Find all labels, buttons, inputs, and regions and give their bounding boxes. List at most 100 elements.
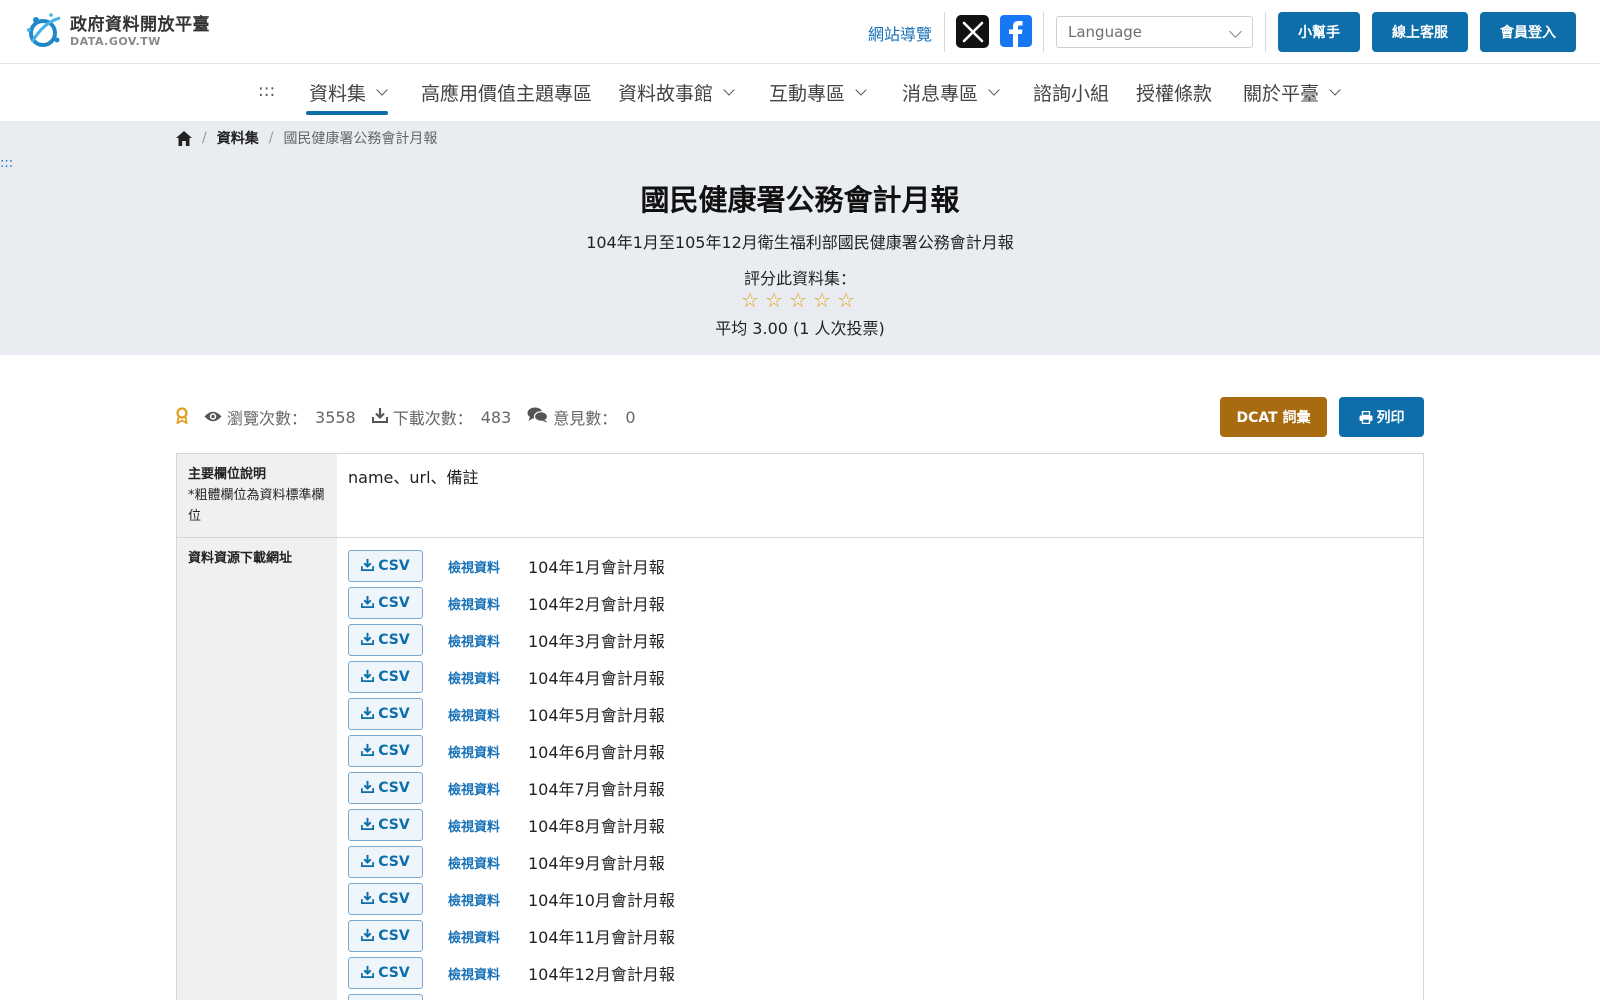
nav-accesskey[interactable]: ::: [258,81,275,101]
resource-item: CSV 檢視資料 104年7月會計月報 [348,772,665,804]
nav-item-license-terms[interactable]: 授權條款 [1136,79,1212,106]
download-icon [361,706,375,723]
main-fields-heading: 主要欄位說明 [188,467,267,482]
logo-subtitle: DATA.GOV.TW [70,34,161,48]
rating-average: 平均 3.00 (1 人次投票) [715,319,885,338]
downloads-stat: 下載次數： 483 [371,405,512,429]
site-logo[interactable]: 政府資料開放平臺 DATA.GOV.TW [24,12,210,50]
language-select[interactable]: Language [1056,16,1253,48]
rating-stars: ☆ ☆ ☆ ☆ ☆ [738,289,858,311]
resource-name: 104年2月會計月報 [528,595,665,614]
main-fields-row: 主要欄位說明 *粗體欄位為資料標準欄位 name、url、備註 [177,454,1423,538]
member-login-button[interactable]: 會員登入 [1480,12,1576,52]
star-icon[interactable]: ☆ [834,289,858,311]
dataset-title: 國民健康署公務會計月報 [640,183,960,217]
view-data-link[interactable]: 檢視資料 [448,668,504,687]
nav-item-datasets[interactable]: 資料集 [309,79,388,106]
download-icon [361,632,375,649]
nav-item-label: 互動專區 [769,83,846,105]
resource-name: 104年1月會計月報 [528,558,665,577]
resource-item: CSV 檢視資料 104年6月會計月報 [348,735,665,767]
resource-name: 104年8月會計月報 [528,817,665,836]
csv-download-button[interactable]: CSV [348,809,423,841]
csv-download-button[interactable]: CSV [348,735,423,767]
view-data-link[interactable]: 檢視資料 [448,631,504,650]
resource-item: CSV 檢視資料 104年2月會計月報 [348,587,665,619]
csv-download-button[interactable]: CSV [348,957,423,989]
nav-item-interaction[interactable]: 互動專區 [769,79,867,106]
print-button[interactable]: 列印 [1339,397,1424,437]
star-icon[interactable]: ☆ [786,289,810,311]
dataset-hero: / 資料集 / 國民健康署公務會計月報 ::: 國民健康署公務會計月報 104年… [0,122,1600,355]
csv-download-button[interactable]: CSV [348,846,423,878]
downloads-count: 483 [480,407,512,427]
main-nav: ::: 資料集 高應用價值主題專區 資料故事館 互動專區 消息專區 諮詢小組 授… [0,64,1600,122]
dcat-vocabulary-button[interactable]: DCAT 詞彙 [1220,397,1327,437]
csv-download-button[interactable]: CSV [348,624,423,656]
view-data-link[interactable]: 檢視資料 [448,779,504,798]
resource-name: 104年3月會計月報 [528,632,665,651]
chevron-down-icon [723,83,735,96]
csv-download-button[interactable]: CSV [348,550,423,582]
resources-row: 資料資源下載網址 CSV 檢視資料 104年1月會計月報 CSV 檢視資料 104年2月會… [177,538,1423,1000]
nav-item-label: 授權條款 [1136,83,1213,105]
csv-download-button[interactable]: CSV [348,920,423,952]
nav-item-label: 關於平臺 [1243,83,1320,105]
nav-item-label: 消息專區 [902,83,979,105]
download-icon [361,669,375,686]
views-count: 3558 [315,407,356,427]
download-icon [361,780,375,797]
resource-name: 104年5月會計月報 [528,706,665,725]
breadcrumb-separator: / [268,130,274,146]
helper-button[interactable]: 小幫手 [1278,12,1360,52]
view-data-link[interactable]: 檢視資料 [448,964,504,983]
view-data-link[interactable]: 檢視資料 [448,890,504,909]
csv-download-button[interactable]: CSV [348,994,423,1000]
breadcrumb-datasets-link[interactable]: 資料集 [217,128,259,148]
csv-download-button[interactable]: CSV [348,661,423,693]
view-data-link[interactable]: 檢視資料 [448,927,504,946]
star-icon[interactable]: ☆ [810,289,834,311]
view-data-link[interactable]: 檢視資料 [448,594,504,613]
logo-title: 政府資料開放平臺 [70,14,210,35]
view-data-link[interactable]: 檢視資料 [448,557,504,576]
top-header: 政府資料開放平臺 DATA.GOV.TW 網站導覽 Language 小幫手 線… [0,0,1600,64]
resource-name: 104年4月會計月報 [528,669,665,688]
view-data-link[interactable]: 檢視資料 [448,816,504,835]
csv-download-button[interactable]: CSV [348,587,423,619]
nav-item-data-stories[interactable]: 資料故事館 [618,79,735,106]
csv-label: CSV [378,669,410,685]
comments-stat: 意見數： 0 [527,405,636,429]
resource-item: CSV 檢視資料 104年12月會計月報 [348,957,675,989]
nav-item-high-value-topics[interactable]: 高應用價值主題專區 [421,79,592,106]
nav-item-news[interactable]: 消息專區 [902,79,1000,106]
view-data-link[interactable]: 檢視資料 [448,742,504,761]
csv-download-button[interactable]: CSV [348,698,423,730]
resource-item: CSV 檢視資料 104年8月會計月報 [348,809,665,841]
star-icon[interactable]: ☆ [762,289,786,311]
resource-item: CSV 檢視資料 104年4月會計月報 [348,661,665,693]
view-data-link[interactable]: 檢視資料 [448,853,504,872]
content-accesskey[interactable]: ::: [0,156,13,171]
star-icon[interactable]: ☆ [738,289,762,311]
resources-heading: 資料資源下載網址 [188,551,293,566]
resources-label: 資料資源下載網址 [177,538,337,1000]
breadcrumb-current: 國民健康署公務會計月報 [283,131,438,147]
nav-item-about[interactable]: 關於平臺 [1243,79,1341,106]
chevron-down-icon [855,83,867,96]
csv-label: CSV [378,928,410,944]
x-twitter-icon[interactable] [956,15,989,48]
language-placeholder: Language [1068,23,1143,41]
dataset-description: 104年1月至105年12月衛生福利部國民健康署公務會計月報 [586,233,1014,252]
csv-download-button[interactable]: CSV [348,883,423,915]
dataset-stats: 瀏覽次數： 3558 下載次數： 483 意見數： 0 [176,405,652,429]
csv-download-button[interactable]: CSV [348,772,423,804]
facebook-icon[interactable] [1000,15,1032,47]
online-service-button[interactable]: 線上客服 [1372,12,1468,52]
nav-item-advisory-group[interactable]: 諮詢小組 [1033,79,1109,106]
sitemap-link[interactable]: 網站導覽 [868,21,932,45]
view-data-link[interactable]: 檢視資料 [448,705,504,724]
download-icon [361,928,375,945]
resource-item: CSV 檢視資料 104年3月會計月報 [348,624,665,656]
home-icon[interactable] [176,130,192,146]
